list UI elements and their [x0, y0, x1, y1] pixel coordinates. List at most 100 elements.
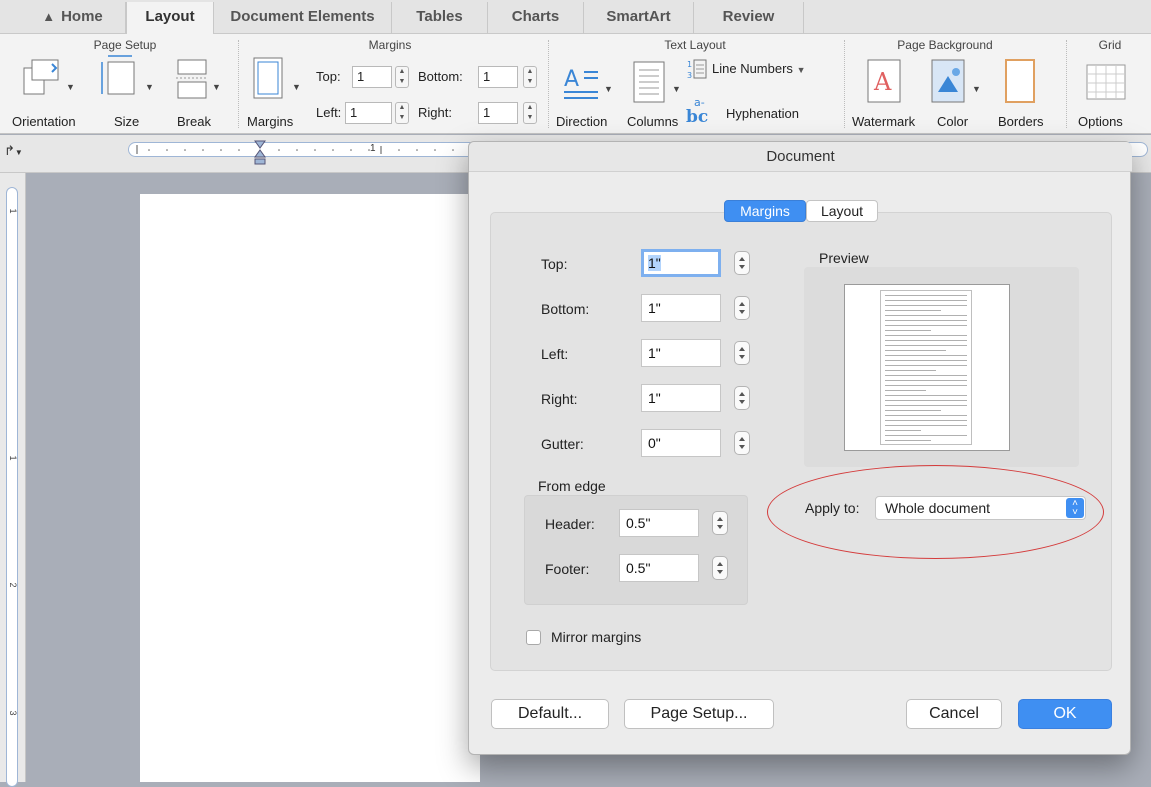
margins-icon[interactable]: [250, 54, 286, 107]
tab-charts[interactable]: Charts: [488, 2, 584, 34]
margins-button[interactable]: Margins: [247, 114, 293, 129]
ribbon-right-label: Right:: [418, 105, 452, 120]
left-input[interactable]: 1": [641, 339, 721, 367]
preview-panel: [804, 267, 1079, 467]
ribbon: Page Setup Margins Text Layout Page Back…: [0, 34, 1151, 134]
tab-tables[interactable]: Tables: [392, 2, 488, 34]
ribbon-left-input[interactable]: 1: [345, 102, 392, 124]
ribbon-bottom-stepper[interactable]: ▲ ▼: [523, 66, 537, 88]
svg-text:1: 1: [687, 60, 692, 69]
mirror-margins-label: Mirror margins: [551, 629, 642, 645]
tab-margins[interactable]: Margins: [724, 200, 806, 222]
ok-button[interactable]: OK: [1018, 699, 1112, 729]
grid-icon[interactable]: [1086, 64, 1126, 105]
page-borders-icon[interactable]: [1004, 58, 1036, 109]
orientation-button[interactable]: Orientation: [12, 114, 76, 129]
tab-stop-icon[interactable]: ↱▼: [4, 143, 23, 159]
ribbon-top-input[interactable]: 1: [352, 66, 392, 88]
chevron-down-icon[interactable]: ▼: [66, 82, 75, 92]
tab-home[interactable]: ▲ Home: [20, 2, 126, 34]
svg-text:A: A: [873, 68, 892, 96]
orientation-icon[interactable]: [22, 56, 60, 103]
group-divider: [548, 40, 549, 128]
gutter-label: Gutter:: [541, 436, 584, 452]
top-input[interactable]: 1": [641, 249, 721, 277]
ribbon-right-stepper[interactable]: ▲ ▼: [523, 102, 537, 124]
chevron-down-icon[interactable]: ▼: [292, 82, 301, 92]
footer-stepper[interactable]: [712, 556, 728, 580]
tab-layout-dialog[interactable]: Layout: [806, 200, 878, 222]
ribbon-bottom-input[interactable]: 1: [478, 66, 518, 88]
gutter-stepper[interactable]: [734, 431, 750, 455]
chevron-down-icon[interactable]: ▼: [672, 84, 681, 94]
text-direction-icon[interactable]: A: [562, 64, 602, 109]
chevron-down-icon[interactable]: ▼: [604, 84, 613, 94]
preview-text-block: [880, 290, 972, 445]
group-divider: [1066, 40, 1067, 128]
tab-layout[interactable]: Layout: [126, 2, 214, 34]
bottom-label: Bottom:: [541, 301, 590, 317]
group-title-margins: Margins: [368, 38, 412, 52]
line-numbers-icon[interactable]: 13: [686, 58, 708, 85]
document-page[interactable]: [140, 194, 480, 782]
right-input[interactable]: 1": [641, 384, 721, 412]
ribbon-left-label: Left:: [316, 105, 342, 120]
vertical-ruler[interactable]: 1 1 2 3: [6, 187, 18, 787]
chevron-down-icon[interactable]: ▼: [212, 82, 221, 92]
ruler-number: 1: [8, 208, 18, 214]
chevron-down-icon[interactable]: ▼: [145, 82, 154, 92]
break-button[interactable]: Break: [177, 114, 211, 129]
size-icon[interactable]: [98, 52, 138, 103]
top-label: Top:: [541, 256, 568, 272]
default-button[interactable]: Default...: [491, 699, 609, 729]
ribbon-top-stepper[interactable]: ▲ ▼: [395, 66, 409, 88]
bottom-stepper[interactable]: [734, 296, 750, 320]
group-divider: [844, 40, 845, 128]
left-stepper[interactable]: [734, 341, 750, 365]
preview-page: [844, 284, 1010, 451]
annotation-ellipse: [767, 465, 1104, 559]
size-button[interactable]: Size: [114, 114, 139, 129]
color-button[interactable]: Color: [937, 114, 968, 129]
bottom-input[interactable]: 1": [641, 294, 721, 322]
header-label: Header:: [545, 516, 595, 532]
header-input[interactable]: 0.5": [619, 509, 699, 537]
tab-document-elements[interactable]: Document Elements: [214, 2, 392, 34]
ruler-number: 1: [370, 143, 376, 154]
tab-review[interactable]: Review: [694, 2, 804, 34]
watermark-button[interactable]: Watermark: [852, 114, 915, 129]
ribbon-right-input[interactable]: 1: [478, 102, 518, 124]
right-stepper[interactable]: [734, 386, 750, 410]
borders-button[interactable]: Borders: [998, 114, 1044, 129]
options-button[interactable]: Options: [1078, 114, 1123, 129]
ruler-number: 1: [8, 455, 18, 461]
ribbon-top-label: Top:: [316, 69, 341, 84]
footer-input[interactable]: 0.5": [619, 554, 699, 582]
vertical-ruler-panel: 1 1 2 3: [0, 173, 26, 787]
svg-text:A: A: [564, 67, 579, 92]
ribbon-bottom-label: Bottom:: [418, 69, 463, 84]
footer-label: Footer:: [545, 561, 590, 577]
hyphenation-button[interactable]: Hyphenation: [726, 106, 799, 121]
indent-marker-icon[interactable]: [254, 140, 266, 175]
chevron-down-icon[interactable]: ▼: [972, 84, 981, 94]
hyphenation-icon[interactable]: a-bc: [684, 96, 714, 131]
group-title-grid: Grid: [1098, 38, 1122, 52]
mirror-margins-checkbox[interactable]: [526, 630, 541, 645]
top-stepper[interactable]: [734, 251, 750, 275]
header-stepper[interactable]: [712, 511, 728, 535]
watermark-icon[interactable]: A: [866, 58, 902, 109]
gutter-input[interactable]: 0": [641, 429, 721, 457]
direction-button[interactable]: Direction: [556, 114, 607, 129]
preview-label: Preview: [819, 250, 869, 266]
break-icon[interactable]: [174, 58, 210, 105]
columns-icon[interactable]: [632, 60, 666, 109]
line-numbers-button[interactable]: Line Numbers ▼: [712, 61, 805, 76]
columns-button[interactable]: Columns: [627, 114, 678, 129]
ribbon-left-stepper[interactable]: ▲ ▼: [395, 102, 409, 124]
page-color-icon[interactable]: [930, 58, 966, 109]
cancel-button[interactable]: Cancel: [906, 699, 1002, 729]
page-setup-button[interactable]: Page Setup...: [624, 699, 774, 729]
tab-smartart[interactable]: SmartArt: [584, 2, 694, 34]
ribbon-tab-bar: ▲ Home Layout Document Elements Tables Ch…: [0, 0, 1151, 34]
